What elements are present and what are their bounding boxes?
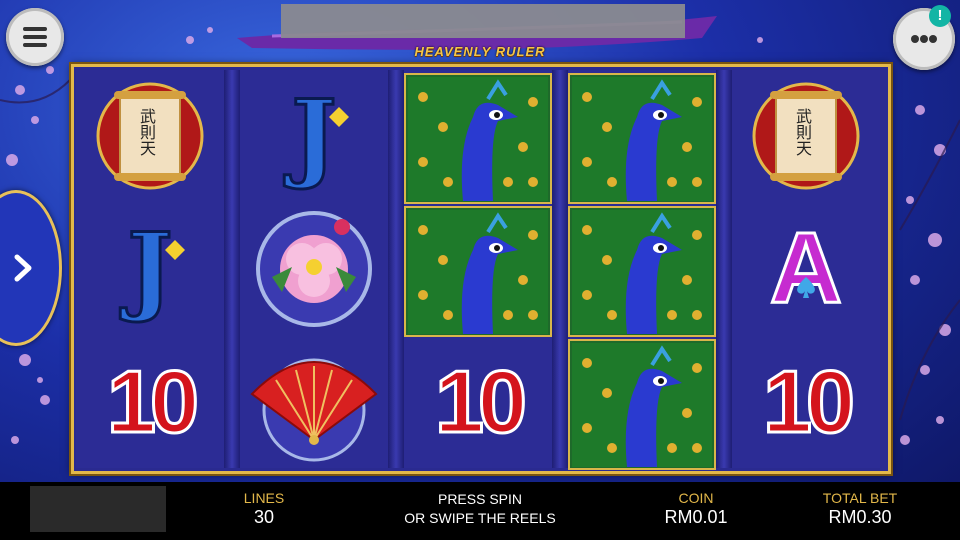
symbol-ten: 10 — [762, 350, 857, 452]
symbol-peacock — [404, 206, 552, 337]
diamond-icon — [329, 107, 349, 127]
menu-button[interactable] — [6, 8, 64, 66]
game-subtitle: HEAVENLY RULER — [414, 44, 546, 59]
peacock-icon — [408, 76, 548, 201]
reel-4[interactable] — [568, 70, 716, 470]
peacock-icon — [572, 76, 712, 201]
lines-label: LINES — [243, 490, 285, 506]
side-panel-toggle[interactable] — [0, 190, 62, 346]
swipe-reels-text: OR SWIPE THE REELS — [404, 510, 556, 526]
scroll-text: 武則天 — [793, 108, 812, 156]
reel-divider — [224, 70, 240, 468]
reel-divider — [388, 70, 404, 468]
peacock-icon — [572, 209, 712, 334]
spade-icon — [797, 277, 815, 298]
symbol-fan — [240, 336, 388, 467]
chevron-right-icon — [14, 254, 32, 282]
hamburger-menu-icon — [23, 27, 47, 47]
symbol-jack: J — [240, 70, 388, 201]
diamond-icon — [165, 240, 185, 260]
reel-2[interactable]: J — [240, 70, 388, 468]
reel-divider — [716, 70, 732, 468]
symbol-ten: 10 — [106, 350, 201, 452]
peacock-icon — [408, 209, 548, 334]
reel-3[interactable]: 10 — [404, 70, 552, 468]
reel-1[interactable]: 武則天 J 10 — [76, 70, 224, 468]
symbol-ace: A — [768, 211, 843, 326]
peacock-icon — [572, 342, 712, 467]
lines-value[interactable]: 30 — [232, 507, 296, 528]
symbol-jack: J — [76, 203, 224, 334]
press-spin-text: PRESS SPIN — [437, 491, 523, 507]
scroll-text: 武則天 — [137, 108, 156, 156]
total-bet-value[interactable]: RM0.30 — [810, 507, 910, 528]
total-bet-label: TOTAL BET — [822, 490, 898, 506]
notification-badge[interactable]: ! — [929, 5, 951, 27]
game-title-obscured — [281, 4, 685, 38]
reel-5[interactable]: 武則天 A 10 — [732, 70, 880, 468]
symbol-scroll: 武則天 — [732, 70, 880, 201]
coin-value[interactable]: RM0.01 — [656, 507, 736, 528]
symbol-peony — [240, 203, 388, 334]
symbol-scroll: 武則天 — [76, 70, 224, 201]
symbol-peacock — [404, 73, 552, 204]
reel-divider — [552, 70, 568, 468]
reel-frame[interactable]: 武則天 J 10 J 10 武則天 A 10 — [71, 64, 891, 474]
symbol-peacock — [568, 339, 716, 470]
balance-obscured — [30, 486, 166, 532]
symbol-ten: 10 — [434, 350, 529, 452]
symbol-peacock — [568, 73, 716, 204]
coin-label: COIN — [678, 490, 714, 506]
symbol-peacock — [568, 206, 716, 337]
